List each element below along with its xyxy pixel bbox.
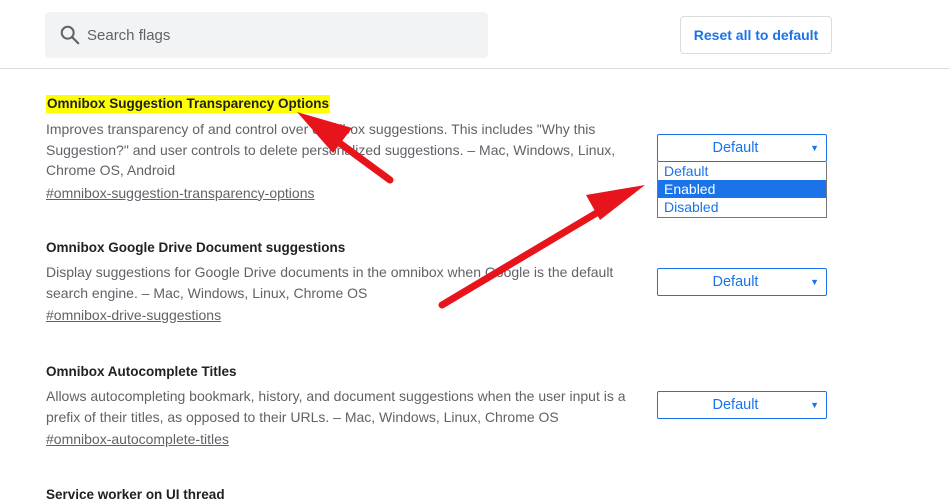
flag-description: Improves transparency of and control ove… xyxy=(46,121,616,178)
flag-description: Display suggestions for Google Drive doc… xyxy=(46,264,614,301)
search-icon xyxy=(60,25,80,45)
flag-select[interactable]: Default ▼ xyxy=(657,391,827,419)
flag-entry: Omnibox Autocomplete Titles Allows autoc… xyxy=(46,363,646,449)
flag-entry: Service worker on UI thread xyxy=(46,486,646,504)
flag-select[interactable]: Default ▼ xyxy=(657,268,827,296)
chevron-down-icon: ▼ xyxy=(810,143,819,153)
flag-entry: Omnibox Suggestion Transparency Options … xyxy=(46,95,646,203)
search-input[interactable] xyxy=(87,12,467,58)
dropdown-option-default[interactable]: Default xyxy=(658,162,826,180)
flag-title: Omnibox Suggestion Transparency Options xyxy=(46,95,331,113)
search-box[interactable] xyxy=(45,12,488,58)
dropdown-option-enabled[interactable]: Enabled xyxy=(658,180,826,198)
flag-permalink[interactable]: #omnibox-autocomplete-titles xyxy=(46,430,229,448)
chevron-down-icon: ▼ xyxy=(810,400,819,410)
flags-header: Reset all to default xyxy=(0,0,950,69)
chevron-down-icon: ▼ xyxy=(810,277,819,287)
flag-select[interactable]: Default ▼ xyxy=(657,134,827,162)
select-value: Default xyxy=(712,397,759,413)
flag-title: Service worker on UI thread xyxy=(46,487,225,502)
flag-permalink[interactable]: #omnibox-drive-suggestions xyxy=(46,306,221,324)
select-value: Default xyxy=(712,274,759,290)
select-dropdown[interactable]: Default Enabled Disabled xyxy=(657,162,827,218)
flag-description: Allows autocompleting bookmark, history,… xyxy=(46,388,626,425)
dropdown-option-disabled[interactable]: Disabled xyxy=(658,198,826,216)
flag-title: Omnibox Autocomplete Titles xyxy=(46,364,237,379)
flag-title: Omnibox Google Drive Document suggestion… xyxy=(46,240,346,255)
flag-permalink[interactable]: #omnibox-suggestion-transparency-options xyxy=(46,184,314,202)
reset-all-button[interactable]: Reset all to default xyxy=(680,16,832,54)
flag-entry: Omnibox Google Drive Document suggestion… xyxy=(46,239,646,325)
select-value: Default xyxy=(712,140,759,156)
